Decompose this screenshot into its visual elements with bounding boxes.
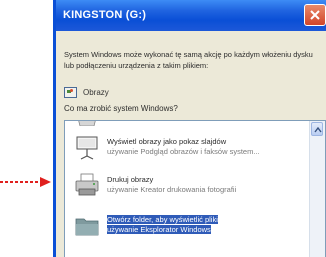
list-item-partial [65, 121, 309, 129]
action-title: Otwórz folder, aby wyświetlić pliki [107, 215, 218, 224]
close-icon [310, 10, 320, 20]
content-type-row: Obrazy [64, 85, 109, 99]
title-bar: KINGSTON (G:) [56, 0, 326, 31]
window-title: KINGSTON (G:) [63, 9, 147, 21]
action-title: Wyświetl obrazy jako pokaz slajdów [107, 137, 227, 146]
action-subtitle: używanie Podgląd obrazów i faksów system… [107, 147, 260, 156]
content-type-label: Obrazy [83, 87, 109, 97]
list-item-print[interactable]: Drukuj obrazy używanie Kreator drukowani… [65, 169, 309, 201]
folder-icon [75, 218, 99, 236]
dialog-body: System Windows może wykonać tę samą akcj… [56, 31, 326, 257]
pictures-icon [64, 86, 77, 98]
autoplay-dialog: KINGSTON (G:) System Windows może wykona… [53, 0, 326, 257]
description-text: System Windows może wykonać tę samą akcj… [64, 50, 313, 70]
action-list[interactable]: Wyświetl obrazy jako pokaz slajdów używa… [64, 120, 326, 257]
close-button[interactable] [304, 4, 326, 26]
scroll-up-button[interactable] [311, 122, 323, 136]
printer-icon [75, 173, 99, 196]
partial-item-icon [78, 121, 96, 126]
pointer-arrow [0, 177, 51, 187]
action-subtitle: używanie Eksplorator Windows [107, 225, 211, 234]
list-item-open-folder[interactable]: Otwórz folder, aby wyświetlić pliki używ… [65, 209, 309, 241]
vertical-scrollbar[interactable] [309, 121, 325, 257]
chevron-up-icon [314, 127, 322, 133]
action-title: Drukuj obrazy [107, 175, 154, 184]
list-item-slideshow[interactable]: Wyświetl obrazy jako pokaz slajdów używa… [65, 131, 309, 163]
question-label: Co ma zrobić system Windows? [64, 104, 178, 113]
action-subtitle: używanie Kreator drukowania fotografii [107, 185, 237, 194]
slideshow-icon [76, 136, 98, 160]
